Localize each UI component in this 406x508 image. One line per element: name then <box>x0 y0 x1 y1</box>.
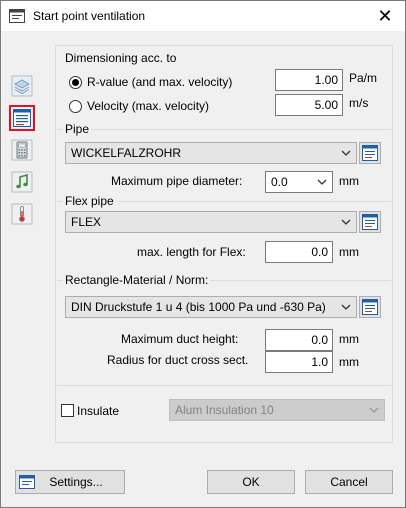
ok-button[interactable]: OK <box>207 470 295 494</box>
window-title: Start point ventilation <box>33 9 146 23</box>
flex-group-label: Flex pipe <box>63 194 116 208</box>
pipe-select-value: WICKELFALZROHR <box>71 146 182 160</box>
radius-label: Radius for duct cross sect. <box>107 353 249 367</box>
velocity-radio-label: Velocity (max. velocity) <box>87 99 210 113</box>
insulate-checkbox[interactable] <box>61 404 74 417</box>
pipe-table-button[interactable] <box>359 142 381 164</box>
max-flex-length-unit: mm <box>339 245 359 259</box>
table-icon <box>362 299 378 315</box>
table-icon <box>13 109 31 127</box>
dimensioning-group-label: Dimensioning acc. to <box>63 51 179 65</box>
radius-unit: mm <box>339 355 359 369</box>
rect-material-value: DIN Druckstufe 1 u 4 (bis 1000 Pa und -6… <box>71 300 326 314</box>
insulate-label: Insulate <box>77 404 120 418</box>
max-duct-height-input[interactable]: 0.0 <box>265 329 333 351</box>
close-button[interactable]: ✕ <box>365 1 405 31</box>
max-diameter-label: Maximum pipe diameter: <box>111 174 243 188</box>
ok-button-label: OK <box>242 475 260 489</box>
pipe-group-label: Pipe <box>63 122 92 136</box>
rvalue-input[interactable]: 1.00 <box>275 69 343 91</box>
tool-button-calculator[interactable] <box>9 137 35 163</box>
rect-material-select[interactable]: DIN Druckstufe 1 u 4 (bis 1000 Pa und -6… <box>65 296 357 318</box>
close-icon: ✕ <box>377 5 393 26</box>
max-diameter-value: 0.0 <box>271 175 288 189</box>
chevron-down-icon <box>341 219 351 225</box>
insulation-select-value: Alum Insulation 10 <box>175 403 274 417</box>
tool-button-temperature[interactable] <box>9 201 35 227</box>
tool-button-acoustics[interactable] <box>9 169 35 195</box>
layers-icon <box>11 75 33 97</box>
flex-select-value: FLEX <box>71 215 102 229</box>
max-diameter-select[interactable]: 0.0 <box>265 171 333 193</box>
chevron-down-icon <box>341 150 351 156</box>
rect-group-label: Rectangle-Material / Norm: <box>63 273 211 287</box>
settings-button[interactable]: Settings... <box>15 470 125 494</box>
max-diameter-unit: mm <box>339 174 359 188</box>
velocity-unit: m/s <box>349 96 369 110</box>
velocity-radio-option[interactable]: Velocity (max. velocity) <box>69 99 209 113</box>
insulate-separator <box>57 385 391 386</box>
max-duct-height-unit: mm <box>339 332 359 346</box>
rect-table-button[interactable] <box>359 296 381 318</box>
velocity-input[interactable]: 5.00 <box>275 94 343 116</box>
table-icon <box>362 145 378 161</box>
cancel-button-label: Cancel <box>330 475 368 489</box>
insulation-select[interactable]: Alum Insulation 10 <box>169 399 385 421</box>
max-flex-length-label: max. length for Flex: <box>137 245 246 259</box>
tool-button-layers[interactable] <box>9 73 35 99</box>
dialog-window: Start point ventilation ✕ Dimensioning a… <box>0 0 406 508</box>
velocity-radio[interactable] <box>69 99 82 113</box>
chevron-down-icon <box>341 304 351 310</box>
settings-button-label: Settings... <box>49 475 103 489</box>
flex-table-button[interactable] <box>359 211 381 233</box>
tool-button-table[interactable] <box>9 105 35 131</box>
rvalue-radio[interactable] <box>69 75 82 89</box>
chevron-down-icon <box>369 407 379 413</box>
calculator-icon <box>11 139 33 161</box>
table-icon <box>362 214 378 230</box>
pipe-separator <box>57 129 391 130</box>
radius-input[interactable]: 1.0 <box>265 351 333 373</box>
app-window-icon <box>9 9 25 23</box>
rvalue-radio-option[interactable]: R-value (and max. velocity) <box>69 75 232 89</box>
max-flex-length-input[interactable]: 0.0 <box>265 241 333 263</box>
cancel-button[interactable]: Cancel <box>305 470 393 494</box>
radio-selected-dot <box>72 78 79 86</box>
app-window-icon <box>19 475 35 489</box>
thermometer-icon <box>11 203 33 225</box>
pipe-select[interactable]: WICKELFALZROHR <box>65 142 357 164</box>
rvalue-unit: Pa/m <box>349 71 378 85</box>
title-bar: Start point ventilation ✕ <box>1 1 405 31</box>
rvalue-radio-label: R-value (and max. velocity) <box>87 75 233 89</box>
max-duct-height-label: Maximum duct height: <box>121 332 239 346</box>
music-note-icon <box>11 171 33 193</box>
chevron-down-icon <box>317 179 327 185</box>
flex-select[interactable]: FLEX <box>65 211 357 233</box>
